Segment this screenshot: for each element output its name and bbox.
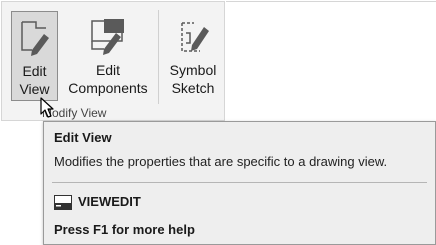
mouse-pointer-icon (40, 97, 54, 118)
symbol-sketch-icon (181, 22, 209, 52)
symbol-sketch-label-line2: Sketch (171, 80, 215, 96)
edit-components-label-line1: Edit (95, 62, 121, 78)
tooltip-title: Edit View (54, 130, 112, 145)
tooltip-divider (52, 182, 427, 183)
panel-title[interactable]: Modify View (42, 106, 182, 120)
edit-components-button[interactable]: Edit Components (64, 11, 152, 101)
modify-view-panel: Edit View Edit Components Symbol Sketch (1, 1, 225, 121)
edit-view-label-line1: Edit (22, 63, 47, 79)
edit-view-icon (20, 21, 49, 56)
edit-view-button[interactable]: Edit View (11, 11, 58, 101)
ribbon-right-edge (226, 1, 436, 7)
ribbon-separator (158, 10, 159, 104)
command-line-icon (54, 195, 72, 210)
tooltip: Edit View Modifies the properties that a… (43, 121, 436, 245)
symbol-sketch-label-line1: Symbol (169, 62, 217, 78)
edit-components-icon (91, 19, 124, 55)
edit-components-label-line2: Components (68, 80, 148, 96)
symbol-sketch-button[interactable]: Symbol Sketch (164, 11, 222, 101)
tooltip-command: VIEWEDIT (78, 194, 141, 209)
tooltip-description: Modifies the properties that are specifi… (54, 154, 388, 169)
edit-view-label-line2: View (19, 81, 50, 97)
tooltip-help: Press F1 for more help (54, 222, 195, 237)
